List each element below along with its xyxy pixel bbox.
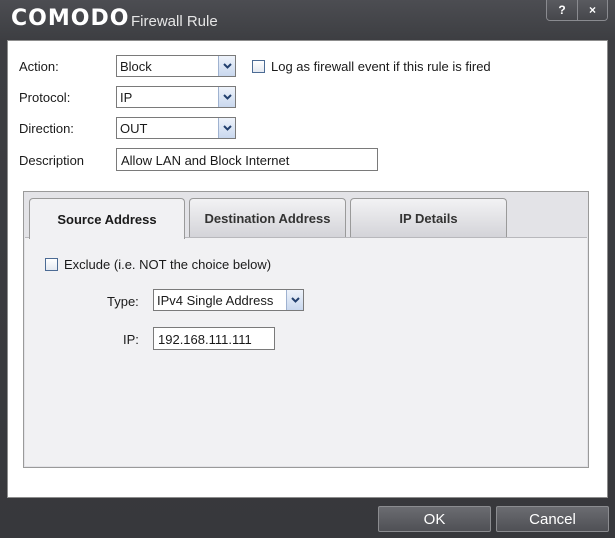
protocol-value: IP xyxy=(120,90,133,105)
description-value: Allow LAN and Block Internet xyxy=(121,153,290,168)
description-label: Description xyxy=(19,153,85,168)
tab-destination-address[interactable]: Destination Address xyxy=(189,198,346,238)
log-event-label: Log as firewall event if this rule is fi… xyxy=(271,59,491,74)
protocol-label: Protocol: xyxy=(19,90,71,105)
firewall-rule-window: COMODO Firewall Rule ? × Action: Block L… xyxy=(0,0,615,538)
address-type-select[interactable]: IPv4 Single Address xyxy=(153,289,304,311)
address-type-value: IPv4 Single Address xyxy=(157,293,274,308)
action-value: Block xyxy=(120,59,152,74)
help-button[interactable]: ? xyxy=(547,0,577,20)
title-bar[interactable]: COMODO Firewall Rule ? × xyxy=(0,0,615,38)
source-address-content: Exclude (i.e. NOT the choice below) Type… xyxy=(25,237,587,466)
comodo-logo: COMODO xyxy=(11,6,130,31)
ok-button[interactable]: OK xyxy=(378,506,491,532)
window-title: Firewall Rule xyxy=(131,13,218,30)
chevron-down-icon[interactable] xyxy=(218,87,235,107)
direction-value: OUT xyxy=(120,121,148,136)
log-event-checkbox[interactable] xyxy=(252,60,265,73)
address-tabs: Source Address Destination Address IP De… xyxy=(23,191,589,468)
chevron-down-icon[interactable] xyxy=(286,290,303,310)
action-label: Action: xyxy=(19,59,59,74)
rule-panel: Action: Block Log as firewall event if t… xyxy=(7,40,608,498)
direction-select[interactable]: OUT xyxy=(116,117,236,139)
exclude-label: Exclude (i.e. NOT the choice below) xyxy=(64,257,272,272)
exclude-checkbox[interactable] xyxy=(45,258,58,271)
direction-label: Direction: xyxy=(19,121,74,136)
ip-label: IP: xyxy=(123,332,139,347)
chevron-down-icon[interactable] xyxy=(218,118,235,138)
tab-source-address[interactable]: Source Address xyxy=(29,198,185,239)
protocol-select[interactable]: IP xyxy=(116,86,236,108)
cancel-button[interactable]: Cancel xyxy=(496,506,609,532)
chevron-down-icon[interactable] xyxy=(218,56,235,76)
close-button[interactable]: × xyxy=(577,0,607,20)
tab-ip-details[interactable]: IP Details xyxy=(350,198,507,238)
type-label: Type: xyxy=(107,294,139,309)
ip-value: 192.168.111.111 xyxy=(158,332,252,347)
ip-input[interactable]: 192.168.111.111 xyxy=(153,327,275,350)
description-input[interactable]: Allow LAN and Block Internet xyxy=(116,148,378,171)
action-select[interactable]: Block xyxy=(116,55,236,77)
title-buttons: ? × xyxy=(546,0,608,21)
